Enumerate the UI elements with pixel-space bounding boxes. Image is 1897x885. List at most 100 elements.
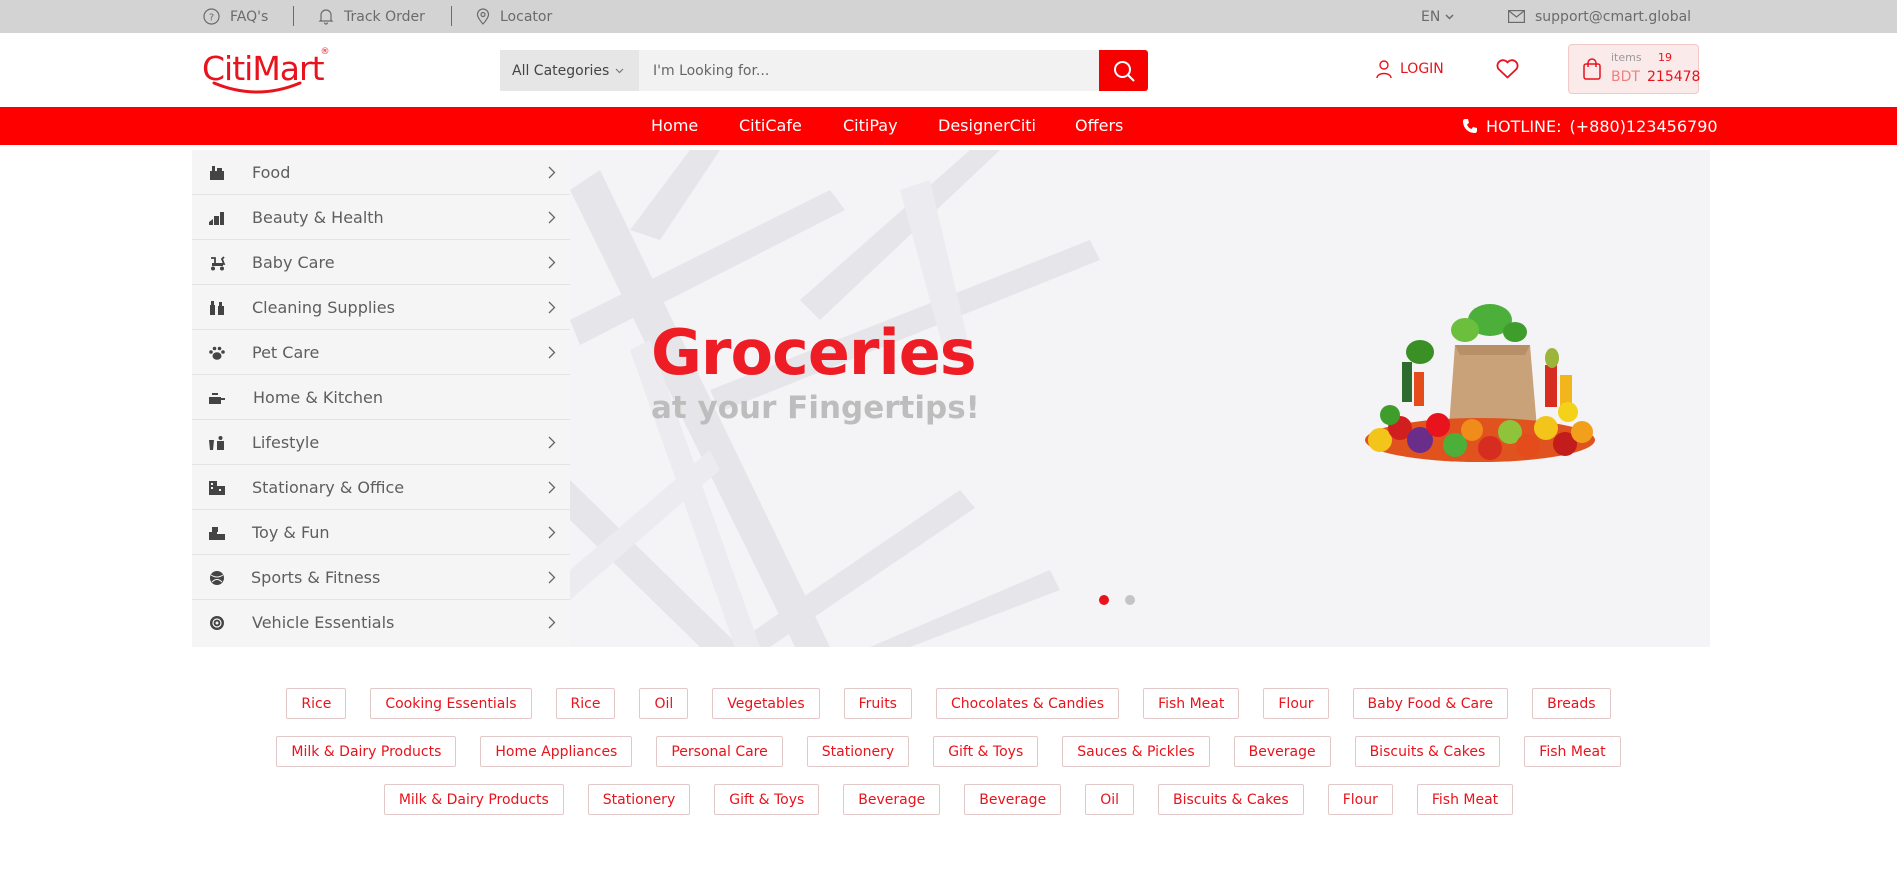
hotline-label: HOTLINE: — [1486, 116, 1562, 136]
search-button[interactable] — [1099, 50, 1148, 91]
category-item-home-kitchen[interactable]: Home & Kitchen — [192, 375, 570, 420]
chevron-right-icon — [548, 301, 556, 314]
search-icon — [1113, 60, 1134, 81]
nav-citipay[interactable]: CitiPay — [843, 107, 898, 145]
category-item-beauty-health[interactable]: Beauty & Health — [192, 195, 570, 240]
language-label: EN — [1421, 8, 1441, 25]
chevron-right-icon — [548, 436, 556, 449]
tag-rice[interactable]: Rice — [286, 688, 347, 719]
toy-icon — [209, 527, 225, 540]
grocery-bag-image — [1365, 304, 1595, 462]
tag-beverage[interactable]: Beverage — [964, 784, 1062, 815]
category-sidebar: Food Beauty & Health Baby Care Cleaning … — [192, 150, 570, 647]
tag-row-3: Milk & Dairy Products Stationery Gift & … — [0, 784, 1897, 815]
cart-total: 215478 — [1647, 69, 1701, 85]
category-item-pet-care[interactable]: Pet Care — [192, 330, 570, 375]
tag-row-2: Milk & Dairy Products Home Appliances Pe… — [0, 736, 1897, 767]
category-item-sports-fitness[interactable]: Sports & Fitness — [192, 555, 570, 600]
login-button[interactable]: LOGIN — [1376, 58, 1444, 80]
chevron-right-icon — [548, 211, 556, 224]
category-label: Toy & Fun — [252, 522, 330, 542]
category-select[interactable]: All Categories — [500, 50, 639, 91]
chevron-right-icon — [548, 526, 556, 539]
tag-oil[interactable]: Oil — [1085, 784, 1134, 815]
category-item-food[interactable]: Food — [192, 150, 570, 195]
search-input[interactable] — [639, 50, 1099, 91]
chevron-right-icon — [548, 481, 556, 494]
tag-oil[interactable]: Oil — [639, 688, 689, 719]
logo[interactable]: CitiMart ® — [202, 45, 330, 94]
tag-gift-toys[interactable]: Gift & Toys — [714, 784, 820, 815]
category-item-toy-fun[interactable]: Toy & Fun — [192, 510, 570, 555]
tag-biscuits-cakes[interactable]: Biscuits & Cakes — [1354, 736, 1501, 767]
nav-home[interactable]: Home — [651, 107, 698, 145]
category-label: Food — [252, 162, 291, 182]
faq-link[interactable]: ? FAQ's — [203, 0, 268, 33]
chevron-down-icon — [1445, 13, 1454, 20]
tag-stationery[interactable]: Stationery — [587, 784, 691, 815]
wishlist-button[interactable] — [1496, 59, 1519, 83]
cart-button[interactable]: items 19 BDT 215478 — [1568, 44, 1701, 94]
tag-fish-meat[interactable]: Fish Meat — [1143, 688, 1240, 719]
tag-cooking-essentials[interactable]: Cooking Essentials — [370, 688, 532, 719]
tag-flour[interactable]: Flour — [1263, 688, 1329, 719]
shopping-bag-icon — [1583, 58, 1601, 80]
category-label: Beauty & Health — [252, 207, 384, 227]
slider-dot-active[interactable] — [1099, 595, 1109, 605]
tag-personal-care[interactable]: Personal Care — [656, 736, 783, 767]
slider-dots — [1099, 595, 1151, 605]
tag-breads[interactable]: Breads — [1532, 688, 1611, 719]
phone-icon — [1463, 119, 1477, 133]
category-item-cleaning-supplies[interactable]: Cleaning Supplies — [192, 285, 570, 330]
chevron-right-icon — [548, 571, 556, 584]
tag-sauces-pickles[interactable]: Sauces & Pickles — [1062, 736, 1210, 767]
tag-row-1: Rice Cooking Essentials Rice Oil Vegetab… — [0, 688, 1897, 719]
tag-baby-food-care[interactable]: Baby Food & Care — [1352, 688, 1509, 719]
tag-fish-meat[interactable]: Fish Meat — [1416, 784, 1514, 815]
user-icon — [1376, 59, 1392, 78]
tag-stationery[interactable]: Stationery — [806, 736, 910, 767]
tag-fish-meat[interactable]: Fish Meat — [1524, 736, 1621, 767]
category-label: Sports & Fitness — [251, 567, 381, 587]
nav-offers[interactable]: Offers — [1075, 107, 1123, 145]
tag-milk-dairy[interactable]: Milk & Dairy Products — [383, 784, 564, 815]
tag-beverage[interactable]: Beverage — [843, 784, 941, 815]
slider-dot[interactable] — [1125, 595, 1135, 605]
tag-gift-toys[interactable]: Gift & Toys — [933, 736, 1039, 767]
track-order-link[interactable]: Track Order — [318, 0, 425, 33]
category-item-vehicle-essentials[interactable]: Vehicle Essentials — [192, 600, 570, 645]
category-label: Lifestyle — [252, 432, 320, 452]
locator-link[interactable]: Locator — [476, 0, 552, 33]
logo-registered-mark: ® — [320, 47, 330, 57]
tag-rice[interactable]: Rice — [555, 688, 616, 719]
support-email-link[interactable]: support@cmart.global — [1508, 0, 1691, 33]
cart-currency: BDT — [1611, 69, 1640, 85]
nav-designerciti[interactable]: DesignerCiti — [938, 107, 1036, 145]
category-item-lifestyle[interactable]: Lifestyle — [192, 420, 570, 465]
map-pin-icon — [476, 8, 490, 25]
wheel-icon — [210, 616, 224, 630]
tag-flour[interactable]: Flour — [1327, 784, 1393, 815]
tag-chocolates-candies[interactable]: Chocolates & Candies — [935, 688, 1120, 719]
category-label: Vehicle Essentials — [252, 613, 395, 632]
cart-items-label: items — [1611, 51, 1642, 64]
tag-milk-dairy[interactable]: Milk & Dairy Products — [276, 736, 457, 767]
tag-vegetables[interactable]: Vegetables — [712, 688, 820, 719]
banner-headline: Groceries — [651, 316, 977, 389]
heart-icon — [1496, 59, 1519, 79]
category-item-baby-care[interactable]: Baby Care — [192, 240, 570, 285]
track-order-label: Track Order — [344, 8, 425, 25]
language-select[interactable]: EN — [1421, 0, 1464, 33]
mail-icon — [1508, 10, 1525, 23]
tag-fruits[interactable]: Fruits — [843, 688, 912, 719]
category-item-stationary-office[interactable]: Stationary & Office — [192, 465, 570, 510]
tag-home-appliances[interactable]: Home Appliances — [480, 736, 633, 767]
chevron-down-icon — [615, 68, 624, 73]
divider — [451, 6, 452, 26]
hotline[interactable]: HOTLINE: (+880)123456790 — [1462, 107, 1718, 145]
tag-biscuits-cakes[interactable]: Biscuits & Cakes — [1158, 784, 1304, 815]
tag-beverage[interactable]: Beverage — [1233, 736, 1331, 767]
help-circle-icon: ? — [203, 8, 220, 25]
nav-citicafe[interactable]: CitiCafe — [739, 107, 802, 145]
hero-banner[interactable]: Groceries at your Fingertips! — [570, 150, 1710, 647]
